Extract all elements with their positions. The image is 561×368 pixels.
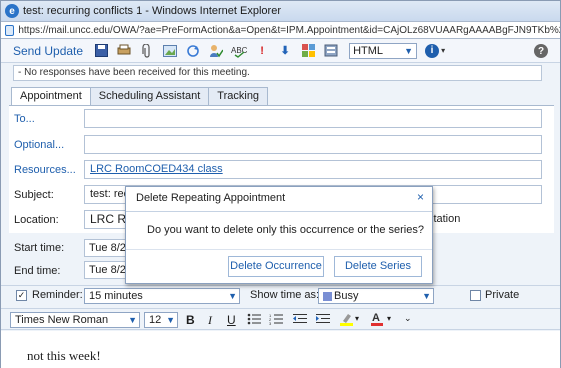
chevron-down-icon: ▼ [228,291,237,301]
address-book-icon[interactable] [323,43,339,59]
options-dropdown-icon[interactable]: ▾ [441,46,445,55]
dialog-footer-divider [126,249,432,250]
reminder-checkbox[interactable]: ✓ [16,290,27,301]
start-time-label: Start time: [14,242,65,254]
tab-tracking[interactable]: Tracking [208,87,269,105]
chevron-down-icon: ▼ [404,45,414,56]
resources-button[interactable]: Resources... [14,164,76,176]
bullets-icon[interactable] [247,313,261,328]
outdent-icon[interactable] [293,313,307,328]
tab-strip: Appointment Scheduling Assistant Trackin… [11,87,269,106]
optional-field[interactable] [84,135,542,154]
svg-text:3: 3 [269,321,272,325]
show-time-value: Busy [334,290,359,302]
svg-text:ABC: ABC [231,46,247,55]
resources-field[interactable]: LRC RoomCOED434 class [84,160,542,179]
appointment-toolbar: Send Update ABC ! ⬇ HTML ▼ i ▾ ? [1,39,560,63]
private-label: Private [485,289,520,301]
numbering-icon[interactable]: 123 [269,313,283,328]
message-format-select[interactable]: HTML ▼ [349,42,418,59]
high-importance-icon[interactable]: ! [254,43,270,59]
show-time-label: Show time as: [250,289,320,301]
to-button[interactable]: To... [14,113,35,125]
save-icon[interactable] [93,43,109,59]
message-format-value: HTML [353,44,384,57]
reminder-label: Reminder: [32,289,83,301]
browser-window: e test: recurring conflicts 1 - Windows … [0,0,561,368]
dialog-divider [126,211,432,212]
reminder-select[interactable]: 15 minutes ▼ [84,288,240,304]
underline-button[interactable]: U [227,313,236,327]
resource-link[interactable]: LRC RoomCOED434 class [90,163,223,175]
chevron-down-icon: ▼ [128,315,137,325]
start-date-field[interactable]: Tue 8/23/ [84,239,130,257]
bold-button[interactable]: B [186,313,195,327]
send-update-button[interactable]: Send Update [13,44,83,58]
optional-button[interactable]: Optional... [14,139,64,151]
private-checkbox[interactable] [470,290,481,301]
highlight-icon[interactable] [339,312,355,329]
options-icon[interactable]: i [425,43,440,58]
check-names-icon[interactable] [208,43,224,59]
svg-text:A: A [372,312,380,324]
reminder-value: 15 minutes [89,290,143,302]
categorize-icon[interactable] [300,43,316,59]
spelling-icon[interactable]: ABC [231,43,247,59]
chevron-down-icon: ▼ [422,291,431,301]
busy-swatch [323,291,332,301]
attach-icon[interactable] [139,43,155,59]
ie-logo-icon: e [5,4,19,18]
print-icon[interactable] [116,43,132,59]
location-trailing-text: itation [431,213,461,225]
font-color-icon[interactable]: A [370,311,384,329]
insert-image-icon[interactable] [162,43,178,59]
highlight-dropdown-icon[interactable]: ▾ [355,314,359,323]
show-time-select[interactable]: Busy ▼ [318,288,434,304]
address-bar[interactable]: https://mail.uncc.edu/OWA/?ae=PreFormAct… [1,21,560,39]
dialog-title: Delete Repeating Appointment [136,192,286,204]
url-text[interactable]: https://mail.uncc.edu/OWA/?ae=PreFormAct… [18,25,560,36]
close-icon[interactable]: × [417,190,424,204]
window-title: test: recurring conflicts 1 - Windows In… [23,5,281,17]
help-icon[interactable]: ? [534,44,548,58]
delete-series-button[interactable]: Delete Series [334,256,422,277]
title-bar: e test: recurring conflicts 1 - Windows … [1,1,560,21]
to-field[interactable] [84,109,542,128]
tab-appointment[interactable]: Appointment [11,87,91,106]
end-date-field[interactable]: Tue 8/23/ [84,261,130,279]
tab-scheduling-assistant[interactable]: Scheduling Assistant [89,87,210,105]
indent-icon[interactable] [316,313,330,328]
info-bar: - No responses have been received for th… [13,65,542,81]
body-text: not this week! [27,348,101,363]
italic-button[interactable]: I [208,313,212,328]
low-importance-icon[interactable]: ⬇ [277,43,293,59]
font-size-select[interactable]: 12 ▼ [144,312,178,328]
delete-occurrence-button[interactable]: Delete Occurrence [228,256,324,277]
page-icon [5,24,15,36]
recurrence-icon[interactable] [185,43,201,59]
dialog-message: Do you want to delete only this occurren… [147,224,424,236]
location-label: Location: [14,214,59,226]
font-value: Times New Roman [15,314,109,326]
font-select[interactable]: Times New Roman ▼ [10,312,140,328]
font-size-value: 12 [149,314,162,326]
more-options-icon[interactable]: ⌄ [404,313,412,324]
chevron-down-icon: ▼ [166,315,175,325]
font-color-dropdown-icon[interactable]: ▾ [387,314,391,323]
delete-repeating-dialog: Delete Repeating Appointment × Do you wa… [125,186,433,284]
end-time-label: End time: [14,265,61,277]
subject-label: Subject: [14,189,54,201]
